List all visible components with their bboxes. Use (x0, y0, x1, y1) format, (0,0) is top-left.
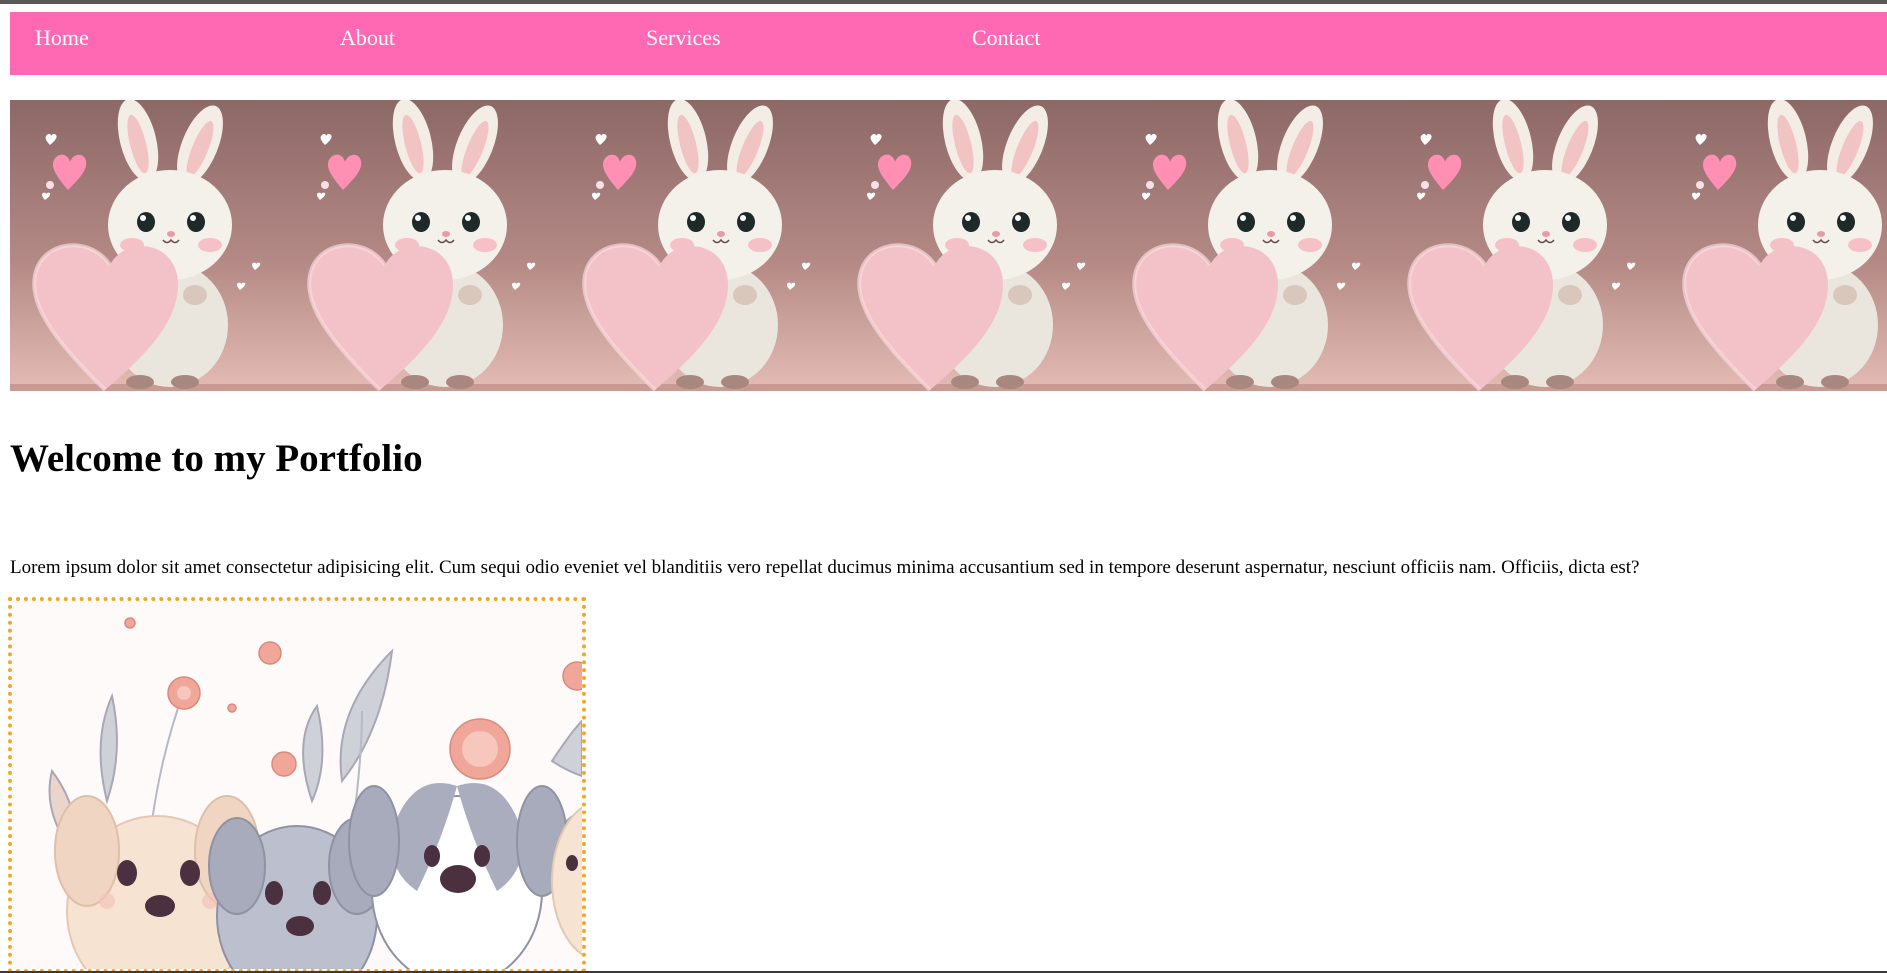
window-top-edge (0, 0, 1887, 4)
page-title: Welcome to my Portfolio (10, 437, 423, 480)
bunny-tile (285, 100, 560, 391)
bunny-banner-image (10, 100, 1887, 391)
bunny-tile (560, 100, 835, 391)
nav-services-link[interactable]: Services (646, 25, 721, 51)
navigation-bar: Home About Services Contact (10, 12, 1887, 75)
bunny-tile (1110, 100, 1385, 391)
bunny-tile (835, 100, 1110, 391)
nav-contact-link[interactable]: Contact (972, 25, 1040, 51)
nav-home-link[interactable]: Home (35, 25, 89, 51)
intro-paragraph: Lorem ipsum dolor sit amet consectetur a… (10, 557, 1640, 578)
puppies-illustration (12, 601, 582, 969)
nav-about-link[interactable]: About (340, 25, 395, 51)
bunny-tile (1660, 100, 1887, 391)
bunny-tile (1385, 100, 1660, 391)
feature-image-frame (8, 597, 586, 973)
bunny-tile (10, 100, 285, 391)
